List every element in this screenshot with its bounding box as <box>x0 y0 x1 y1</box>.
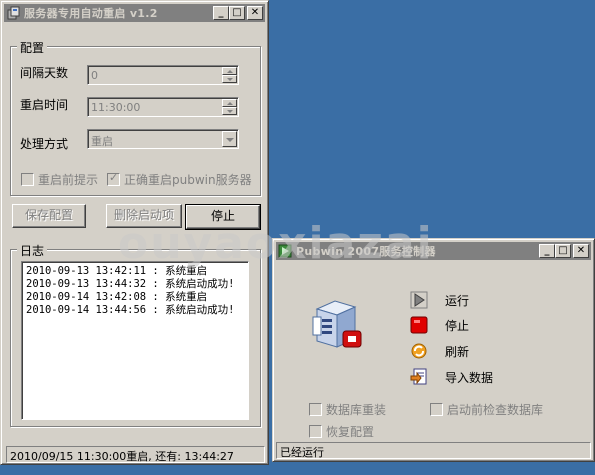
interval-value: 0 <box>91 69 98 82</box>
method-select[interactable]: 重启 <box>87 129 239 149</box>
db-reinstall-label: 数据库重装 <box>326 403 387 417</box>
action-run-label: 运行 <box>445 293 470 308</box>
restore-config-checkbox[interactable]: 恢复配置 <box>309 423 374 440</box>
log-entry: 2010-09-13 13:42:11 : 系统重启 <box>26 265 208 277</box>
pubwin-status-text: 已经运行 <box>280 446 324 459</box>
maximize-button[interactable]: □ <box>229 6 245 20</box>
restart-pubwin-checkbox-box[interactable] <box>107 171 120 186</box>
app-icon <box>7 6 20 20</box>
close-button[interactable]: ✕ <box>247 6 263 20</box>
action-refresh-label: 刷新 <box>445 344 470 359</box>
prompt-checkbox[interactable]: 重启前提示 <box>21 171 98 188</box>
action-refresh[interactable]: 刷新 <box>409 342 469 360</box>
log-list[interactable]: 2010-09-13 13:42:11 : 系统重启 2010-09-13 13:… <box>21 261 249 420</box>
pubwin-window: Pubwin 2007服务控制器 _ □ ✕ 运行 停止 刷新 导入数据 数据库… <box>272 238 595 462</box>
pubwin-title-bar[interactable]: Pubwin 2007服务控制器 _ □ ✕ <box>276 242 591 260</box>
pubwin-status-bar: 已经运行 <box>276 442 591 459</box>
time-up-button[interactable] <box>222 99 237 107</box>
log-entry: 2010-09-14 13:42:08 : 系统重启 <box>26 291 208 303</box>
server-stopped-icon <box>312 300 362 348</box>
minimize-button[interactable]: _ <box>213 6 229 20</box>
check-db-checkbox[interactable]: 启动前检查数据库 <box>430 401 543 418</box>
prompt-checkbox-label: 重启前提示 <box>38 173 99 187</box>
action-stop[interactable]: 停止 <box>409 316 469 334</box>
status-text: 2010/09/15 11:30:00重启, 还有: 13:44:27 <box>10 450 234 463</box>
check-db-checkbox-box[interactable] <box>430 403 443 416</box>
interval-stepper[interactable]: 0 <box>87 65 239 85</box>
action-import-label: 导入数据 <box>445 370 494 385</box>
interval-down-button[interactable] <box>222 75 237 83</box>
log-entry: 2010-09-14 13:44:56 : 系统启动成功! <box>26 304 235 316</box>
chevron-down-icon[interactable] <box>222 131 237 147</box>
refresh-icon[interactable] <box>409 342 429 360</box>
restart-time-picker[interactable]: 11:30:00 <box>87 97 239 117</box>
restart-time-value: 11:30:00 <box>91 101 141 114</box>
stop-icon[interactable] <box>409 316 429 334</box>
restart-pubwin-checkbox-label: 正确重启pubwin服务器 <box>124 173 252 187</box>
window-title: 服务器专用自动重启 v1.2 <box>24 7 158 20</box>
remove-startup-button[interactable]: 删除启动项 <box>106 204 182 228</box>
restore-config-checkbox-box[interactable] <box>309 425 322 438</box>
db-reinstall-checkbox[interactable]: 数据库重装 <box>309 401 386 418</box>
restart-pubwin-checkbox[interactable]: 正确重启pubwin服务器 <box>107 171 252 188</box>
stop-button[interactable]: 停止 <box>185 204 261 230</box>
check-db-label: 启动前检查数据库 <box>447 403 544 417</box>
status-bar: 2010/09/15 11:30:00重启, 还有: 13:44:27 <box>6 446 265 463</box>
log-group-label: 日志 <box>17 242 48 259</box>
auto-restart-window: 服务器专用自动重启 v1.2 _ □ ✕ 配置 间隔天数 0 重启时间 11:3… <box>0 0 269 465</box>
pubwin-app-icon <box>278 244 292 258</box>
interval-label: 间隔天数 <box>20 66 69 80</box>
save-config-button[interactable]: 保存配置 <box>12 204 86 228</box>
pubwin-title-buttons: _ □ ✕ <box>539 244 589 258</box>
import-icon[interactable] <box>409 368 429 386</box>
pubwin-close-button[interactable]: ✕ <box>573 244 589 258</box>
title-bar[interactable]: 服务器专用自动重启 v1.2 _ □ ✕ <box>4 4 265 22</box>
title-buttons: _ □ ✕ <box>213 6 263 20</box>
action-import[interactable]: 导入数据 <box>409 368 493 386</box>
pubwin-maximize-button[interactable]: □ <box>555 244 571 258</box>
restart-time-label: 重启时间 <box>20 98 69 112</box>
db-reinstall-checkbox-box[interactable] <box>309 403 322 416</box>
time-down-button[interactable] <box>222 107 237 115</box>
method-label: 处理方式 <box>20 137 69 151</box>
action-stop-label: 停止 <box>445 318 470 333</box>
config-group-label: 配置 <box>17 39 48 56</box>
method-value: 重启 <box>91 135 113 148</box>
pubwin-window-title: Pubwin 2007服务控制器 <box>296 245 436 258</box>
log-entry: 2010-09-13 13:44:32 : 系统启动成功! <box>26 278 235 290</box>
restore-config-label: 恢复配置 <box>326 425 375 439</box>
interval-up-button[interactable] <box>222 67 237 75</box>
prompt-checkbox-box[interactable] <box>21 173 34 186</box>
play-icon[interactable] <box>409 291 429 309</box>
pubwin-minimize-button[interactable]: _ <box>539 244 555 258</box>
action-run[interactable]: 运行 <box>409 291 469 309</box>
